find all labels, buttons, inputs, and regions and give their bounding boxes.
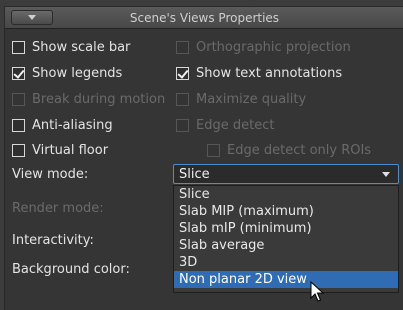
checkbox-label: Maximize quality: [196, 91, 307, 107]
checkbox-box: [207, 143, 220, 157]
render-mode-label: Render mode:: [12, 201, 104, 216]
checkbox-box: [176, 40, 189, 54]
view-mode-dropdown-list: Slice Slab MIP (maximum) Slab mIP (minim…: [173, 185, 399, 293]
maximize-quality-checkbox: Maximize quality: [176, 90, 306, 108]
dropdown-option-3d[interactable]: 3D: [174, 254, 398, 271]
checkbox-label: Virtual floor: [32, 142, 109, 158]
dropdown-option-slab-mip-maximum[interactable]: Slab MIP (maximum): [174, 203, 398, 220]
checkbox-label: Break during motion: [32, 91, 166, 107]
checkbox-box: [176, 66, 189, 80]
panel-title: Scene's Views Properties: [129, 11, 280, 25]
checkbox-box: [12, 40, 25, 54]
dropdown-option-slab-mip-minimum[interactable]: Slab mIP (minimum): [174, 220, 398, 237]
show-legends-checkbox[interactable]: Show legends: [12, 64, 122, 82]
checkbox-box: [12, 143, 25, 157]
checkbox-box: [176, 92, 189, 106]
dropdown-option-slice[interactable]: Slice: [174, 186, 398, 203]
checkbox-label: Orthographic projection: [196, 39, 351, 55]
checkbox-label: Show scale bar: [32, 39, 131, 55]
edge-detect-checkbox: Edge detect: [176, 116, 274, 134]
view-mode-select[interactable]: Slice: [173, 164, 399, 184]
dropdown-option-slab-average[interactable]: Slab average: [174, 237, 398, 254]
checkbox-label: Show text annotations: [196, 65, 343, 81]
checkbox-box: [12, 66, 25, 80]
checkbox-box: [12, 118, 25, 132]
view-mode-selected-value: Slice: [179, 167, 210, 182]
checkbox-box: [12, 92, 25, 106]
anti-aliasing-checkbox[interactable]: Anti-aliasing: [12, 116, 113, 134]
checkbox-label: Anti-aliasing: [32, 117, 113, 133]
edge-detect-only-rois-checkbox: Edge detect only ROIs: [207, 141, 371, 159]
panel-header: Scene's Views Properties: [5, 7, 403, 29]
background-color-label: Background color:: [12, 262, 130, 277]
interactivity-label: Interactivity:: [12, 233, 94, 248]
chevron-down-icon: [382, 172, 390, 177]
checkbox-box: [176, 118, 189, 132]
break-during-motion-checkbox: Break during motion: [12, 90, 165, 108]
dropdown-option-non-planar-2d-view[interactable]: Non planar 2D view: [174, 271, 398, 288]
orthographic-projection-checkbox: Orthographic projection: [176, 38, 351, 56]
virtual-floor-checkbox[interactable]: Virtual floor: [12, 141, 108, 159]
checkbox-label: Edge detect: [196, 117, 275, 133]
show-scale-bar-checkbox[interactable]: Show scale bar: [12, 38, 130, 56]
checkbox-label: Show legends: [32, 65, 123, 81]
checkbox-label: Edge detect only ROIs: [227, 142, 372, 158]
view-mode-label: View mode:: [12, 167, 89, 182]
show-text-annotations-checkbox[interactable]: Show text annotations: [176, 64, 342, 82]
mouse-cursor-icon: [310, 281, 324, 302]
